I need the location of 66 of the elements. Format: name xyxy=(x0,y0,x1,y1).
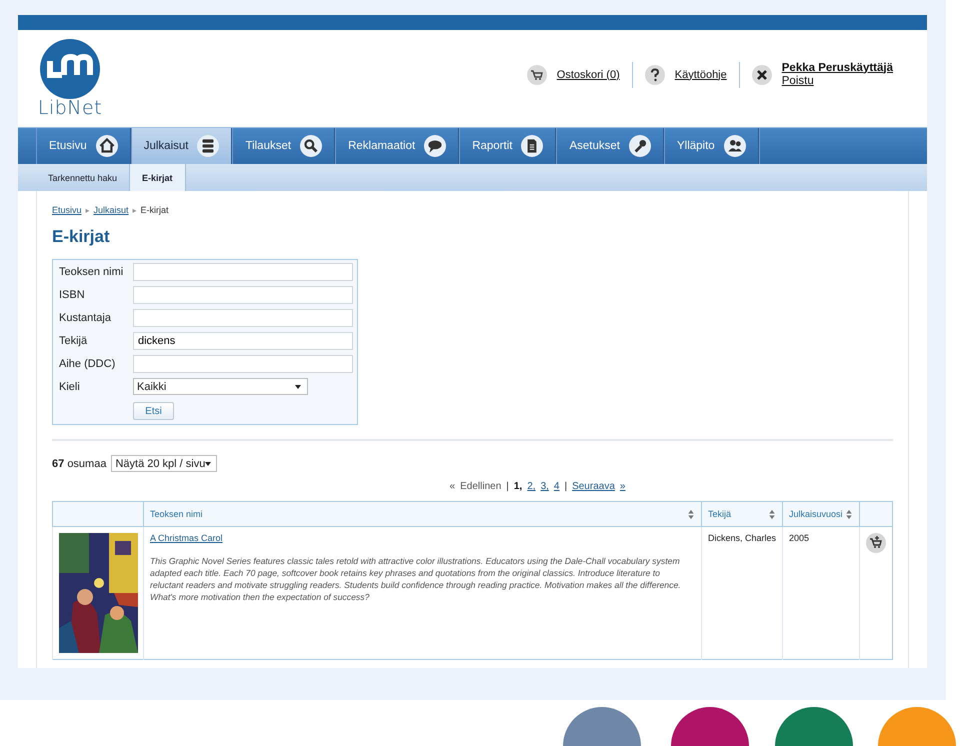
page-link[interactable]: 3, xyxy=(540,481,549,492)
close-icon xyxy=(752,64,772,84)
page-title: E-kirjat xyxy=(52,227,111,247)
nav-tab[interactable]: Julkaisut xyxy=(130,128,232,164)
book-title-link[interactable]: A Christmas Carol xyxy=(150,533,223,543)
help-icon xyxy=(644,64,665,84)
nav-tab-label: Ylläpito xyxy=(676,140,715,152)
field-label: Kustantaja xyxy=(59,312,112,324)
field-label: Tekijä xyxy=(59,335,88,347)
column-header[interactable]: Teoksen nimi xyxy=(144,502,702,526)
current-page: 1, xyxy=(514,481,522,492)
author-cell: Dickens, Charles xyxy=(702,526,782,660)
breadcrumb-link[interactable]: Etusivu xyxy=(52,205,82,215)
help-link[interactable]: Käyttöohje xyxy=(674,68,727,80)
cart-icon xyxy=(526,64,547,84)
bubble-icon xyxy=(424,135,446,157)
add-to-cart-icon[interactable] xyxy=(866,533,886,553)
nav-tab-label: Reklamaatiot xyxy=(348,140,416,152)
home-icon xyxy=(96,135,118,157)
subnav-tab[interactable]: E-kirjat xyxy=(130,164,186,191)
logo-text: LibNet xyxy=(38,96,102,118)
sort-icon[interactable] xyxy=(687,508,695,520)
page-size-dropdown[interactable]: Näytä 20 kpl / sivu xyxy=(111,455,218,472)
field-label: Kieli xyxy=(59,380,81,392)
prev-label: Edellinen xyxy=(460,481,502,492)
search-button[interactable]: Etsi xyxy=(133,402,174,420)
field-label: Teoksen nimi xyxy=(59,266,124,278)
input-field[interactable] xyxy=(133,263,353,281)
year-cell: 2005 xyxy=(782,526,860,660)
input-field[interactable] xyxy=(133,355,353,373)
pager-divider: | xyxy=(506,481,509,492)
breadcrumb-link[interactable]: Julkaisut xyxy=(94,205,129,215)
nav-tab-label: Etusivu xyxy=(49,140,87,152)
logo-icon xyxy=(40,38,100,98)
input-field[interactable]: dickens xyxy=(133,332,353,350)
breadcrumb-current: E-kirjat xyxy=(140,205,169,215)
user-name-link[interactable]: Pekka Peruskäyttäjä xyxy=(782,62,893,74)
chevron-icon: ▸ xyxy=(86,206,90,214)
page-link[interactable]: 4 xyxy=(554,481,560,492)
logout-link[interactable]: Poistu xyxy=(782,74,893,88)
column-header[interactable]: Tekijä xyxy=(702,502,782,526)
next-link[interactable]: Seuraava xyxy=(572,481,615,492)
sort-icon[interactable] xyxy=(845,508,853,520)
page-link[interactable]: 2, xyxy=(527,481,536,492)
field-label: ISBN xyxy=(59,289,86,301)
result-count: 67 osumaa xyxy=(52,458,106,470)
sort-icon[interactable] xyxy=(768,508,776,520)
field-label: Aihe (DDC) xyxy=(59,358,116,370)
nav-tab-label: Raportit xyxy=(472,140,512,152)
language-dropdown[interactable]: Kaikki xyxy=(133,378,308,395)
book-description: This Graphic Novel Series features classic tales retold with attractive color illustrations. Educators using the Dale-Chall vocabulary system adapted each title. Each 70 page, softcover book retains key phrases and quotations from the original classics. Introduce literature to reluctant readers and motivate struggling readers. Students build confidence through reading practice. Motivation makes all the difference. What's more motivation then the expectation of success? xyxy=(150,555,682,603)
chevron-icon: ▸ xyxy=(132,206,137,214)
nav-tab-label: Tilaukset xyxy=(245,140,292,152)
document-icon xyxy=(521,135,544,157)
search-icon xyxy=(300,135,322,157)
prev-icon: « xyxy=(450,481,456,492)
input-field[interactable] xyxy=(133,309,353,327)
input-field[interactable] xyxy=(133,286,353,304)
nav-tab-label: Asetukset xyxy=(569,140,620,152)
next-icon[interactable]: » xyxy=(620,481,626,492)
cart-link[interactable]: Ostoskori (0) xyxy=(556,68,620,80)
nav-tab-label: Julkaisut xyxy=(144,140,188,152)
column-header[interactable]: Julkaisuvuosi xyxy=(782,502,860,526)
pager-divider: | xyxy=(564,481,568,492)
stack-icon xyxy=(197,135,220,157)
people-icon xyxy=(724,135,746,157)
